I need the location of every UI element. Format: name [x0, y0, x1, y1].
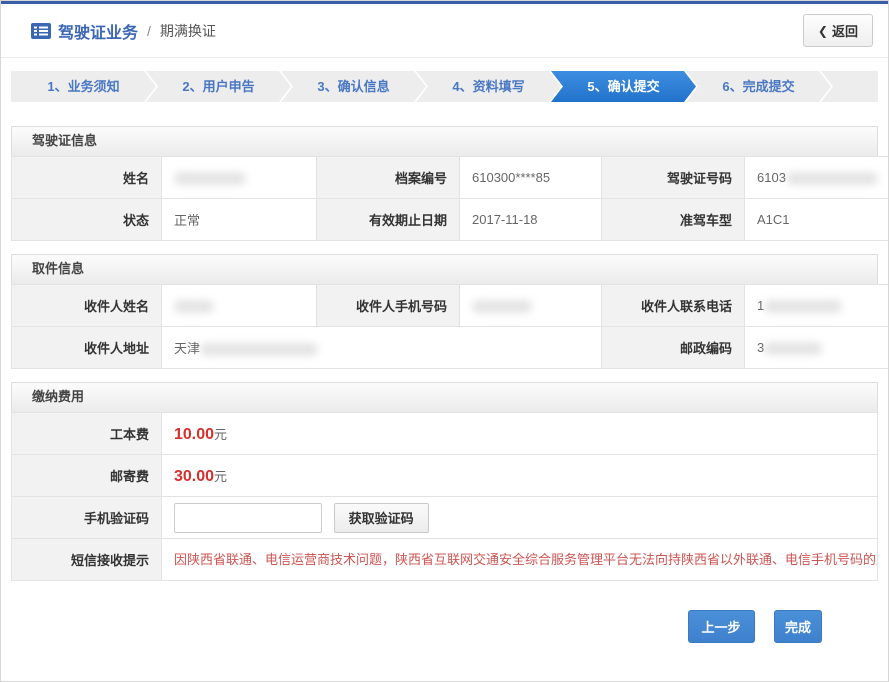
redacted-blur	[764, 300, 842, 313]
recipient-address-label: 收件人地址	[12, 327, 162, 369]
file-number-value: 610300****85	[460, 157, 602, 199]
table-row: 姓名 档案编号 610300****85 驾驶证号码 6103	[12, 157, 889, 199]
fees-table: 工本费 10.00元 邮寄费 30.00元 手机验证码 获取验证码 短信接收提	[11, 412, 878, 581]
license-info-table: 姓名 档案编号 610300****85 驾驶证号码 6103 状态 正常 有效…	[11, 156, 889, 241]
sms-code-input[interactable]	[174, 503, 322, 533]
delivery-info-table: 收件人姓名 收件人手机号码 收件人联系电话 1 收件人地址 天津 邮政编码 3	[11, 284, 889, 369]
finish-button[interactable]: 完成	[774, 610, 822, 643]
sms-code-cell: 获取验证码	[162, 497, 878, 539]
vehicle-class-label: 准驾车型	[602, 199, 745, 241]
page-container: 驾驶证业务 / 期满换证 ❮ 返回 1、业务须知 2、用户申告 3、确认信息 4…	[0, 0, 889, 682]
status-label: 状态	[12, 199, 162, 241]
breadcrumb-current: 期满换证	[160, 21, 216, 41]
status-value: 正常	[162, 199, 317, 241]
table-row: 收件人地址 天津 邮政编码 3	[12, 327, 889, 369]
table-row: 手机验证码 获取验证码	[12, 497, 878, 539]
recipient-mobile-label: 收件人手机号码	[317, 285, 460, 327]
step-5-confirm-submit-active[interactable]: 5、确认提交	[551, 71, 696, 102]
breadcrumb-separator: /	[147, 23, 151, 39]
delivery-info-section: 取件信息 收件人姓名 收件人手机号码 收件人联系电话 1 收件人地址 天津 邮政…	[11, 254, 878, 369]
recipient-phone-label: 收件人联系电话	[602, 285, 745, 327]
recipient-address-value: 天津	[162, 327, 602, 369]
fees-section: 缴纳费用 工本费 10.00元 邮寄费 30.00元 手机验证码 获取验证码	[11, 382, 878, 581]
expiry-date-label: 有效期止日期	[317, 199, 460, 241]
sms-notice-text: 因陕西省联通、电信运营商技术问题，陕西省互联网交通安全综合服务管理平台无法向持陕…	[162, 539, 878, 581]
expiry-date-value: 2017-11-18	[460, 199, 602, 241]
get-sms-code-button[interactable]: 获取验证码	[334, 503, 429, 533]
table-row: 邮寄费 30.00元	[12, 455, 878, 497]
recipient-name-label: 收件人姓名	[12, 285, 162, 327]
chevron-left-icon: ❮	[818, 24, 828, 38]
production-fee-amount: 10.00	[174, 426, 214, 443]
redacted-blur	[174, 172, 246, 185]
previous-step-button[interactable]: 上一步	[688, 610, 755, 643]
redacted-blur	[174, 300, 214, 313]
fees-section-title: 缴纳费用	[11, 382, 878, 412]
production-fee-unit: 元	[214, 427, 227, 442]
table-row: 工本费 10.00元	[12, 413, 878, 455]
name-label: 姓名	[12, 157, 162, 199]
sms-code-label: 手机验证码	[12, 497, 162, 539]
redacted-blur	[764, 342, 822, 355]
name-value	[162, 157, 317, 199]
step-6-complete-submit[interactable]: 6、完成提交	[686, 71, 831, 102]
production-fee-value: 10.00元	[162, 413, 878, 455]
production-fee-label: 工本费	[12, 413, 162, 455]
redacted-blur	[200, 343, 318, 356]
back-button-label: 返回	[832, 21, 858, 40]
page-title: 驾驶证业务	[58, 19, 138, 43]
step-3-confirm-info[interactable]: 3、确认信息	[281, 71, 426, 102]
step-4-fill-materials[interactable]: 4、资料填写	[416, 71, 561, 102]
footer-actions: 上一步 完成	[1, 594, 888, 643]
license-info-section: 驾驶证信息 姓名 档案编号 610300****85 驾驶证号码 6103 状态…	[11, 126, 878, 241]
breadcrumb: 驾驶证业务 / 期满换证	[31, 19, 216, 43]
step-progress-bar: 1、业务须知 2、用户申告 3、确认信息 4、资料填写 5、确认提交 6、完成提…	[11, 71, 878, 102]
postage-fee-amount: 30.00	[174, 468, 214, 485]
delivery-section-title: 取件信息	[11, 254, 878, 284]
step-1-business-notes[interactable]: 1、业务须知	[11, 71, 156, 102]
postage-fee-value: 30.00元	[162, 455, 878, 497]
step-2-user-declaration[interactable]: 2、用户申告	[146, 71, 291, 102]
table-row: 收件人姓名 收件人手机号码 收件人联系电话 1	[12, 285, 889, 327]
postal-code-label: 邮政编码	[602, 327, 745, 369]
recipient-name-value	[162, 285, 317, 327]
license-number-label: 驾驶证号码	[602, 157, 745, 199]
license-section-title: 驾驶证信息	[11, 126, 878, 156]
file-number-label: 档案编号	[317, 157, 460, 199]
recipient-mobile-value	[460, 285, 602, 327]
vehicle-class-value: A1C1	[745, 199, 889, 241]
list-form-icon	[31, 23, 51, 39]
back-button[interactable]: ❮ 返回	[803, 14, 873, 47]
table-row: 短信接收提示 因陕西省联通、电信运营商技术问题，陕西省互联网交通安全综合服务管理…	[12, 539, 878, 581]
table-row: 状态 正常 有效期止日期 2017-11-18 准驾车型 A1C1	[12, 199, 889, 241]
license-number-value: 6103	[745, 157, 889, 199]
postage-fee-unit: 元	[214, 469, 227, 484]
postal-code-value: 3	[745, 327, 889, 369]
redacted-blur	[472, 300, 532, 313]
page-header: 驾驶证业务 / 期满换证 ❮ 返回	[1, 4, 888, 58]
recipient-phone-value: 1	[745, 285, 889, 327]
redacted-blur	[786, 172, 878, 185]
sms-notice-label: 短信接收提示	[12, 539, 162, 581]
postage-fee-label: 邮寄费	[12, 455, 162, 497]
